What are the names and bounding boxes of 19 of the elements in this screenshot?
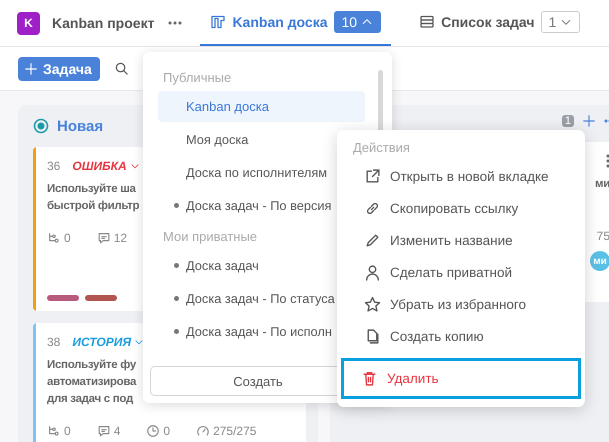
task-title: ми (595, 177, 609, 192)
task-title: Используйте фу (47, 358, 136, 373)
stat-value: 275/275 (213, 424, 256, 438)
stat-value: 0 (64, 231, 71, 245)
stat-value: 4 (114, 424, 120, 438)
stat-value: 12 (114, 231, 128, 245)
count-badge: 1 (562, 115, 574, 127)
task-title: для задач с под (47, 392, 133, 407)
menu-heading: Действия (352, 140, 411, 157)
task-title: быстрой фильтр (47, 199, 140, 214)
task-number: 38 (47, 335, 60, 349)
section-heading: Мои приватные (162, 228, 258, 246)
stat-value: 0 (64, 424, 71, 438)
task-title: автоматизирова (47, 375, 136, 390)
section-heading: Публичные (162, 68, 232, 87)
task-number: 36 (47, 159, 60, 173)
stat-value: 0 (163, 424, 170, 438)
task-title: Используйте ша (47, 182, 136, 197)
column-title: Новая (57, 118, 104, 134)
